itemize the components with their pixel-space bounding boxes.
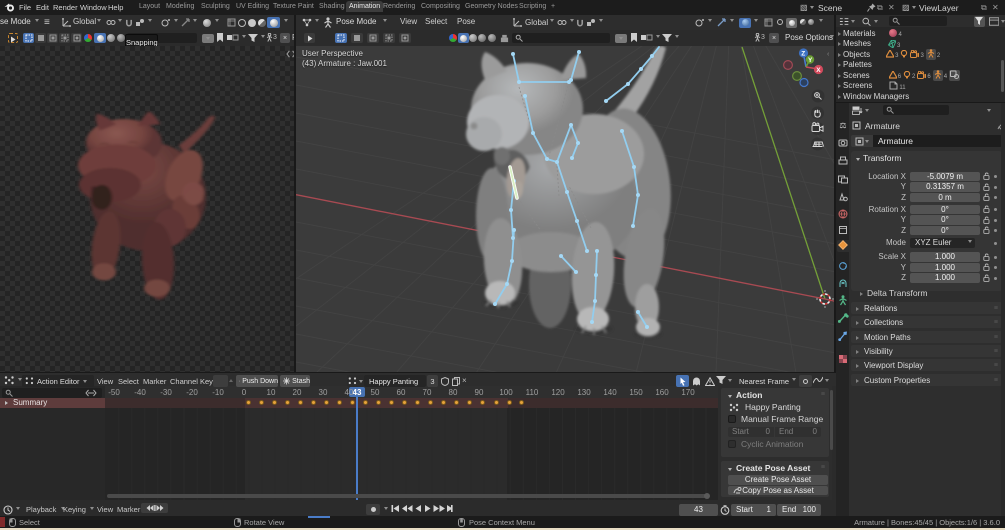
- svg-text:Y: Y: [808, 57, 813, 64]
- svg-text:Z: Z: [801, 51, 805, 58]
- svg-text:X: X: [816, 67, 821, 74]
